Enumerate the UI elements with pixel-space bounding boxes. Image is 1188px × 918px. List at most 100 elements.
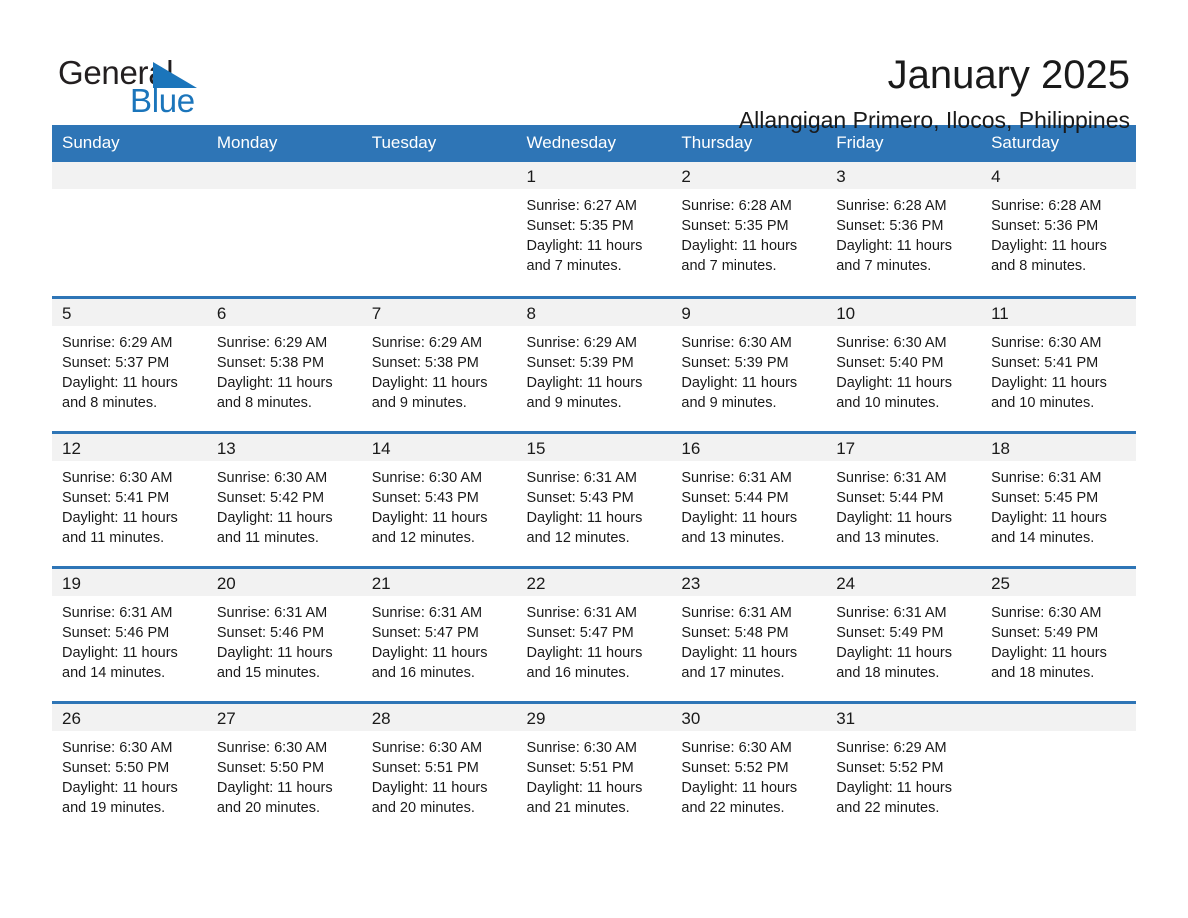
calendar-day-cell[interactable]: 7 Sunrise: 6:29 AM Sunset: 5:38 PM Daylight… <box>361 295 517 432</box>
daylight-line: Daylight: 11 hours <box>836 509 953 526</box>
day-sun-info: Sunrise: 6:30 AM Sunset: 5:39 PM Daylight:… <box>671 326 826 413</box>
calendar-day-cell[interactable]: 29 Sunrise: 6:30 AM Sunset: 5:51 PM Dayligh… <box>516 700 672 837</box>
calendar-day-cell[interactable]: 22 Sunrise: 6:31 AM Sunset: 5:47 PM Dayligh… <box>516 565 672 702</box>
calendar-day-cell[interactable]: 10 Sunrise: 6:30 AM Sunset: 5:40 PM Dayligh… <box>826 295 982 432</box>
calendar-day-cell[interactable]: 21 Sunrise: 6:31 AM Sunset: 5:47 PM Dayligh… <box>361 565 517 702</box>
day-cell-content <box>206 162 362 296</box>
calendar-week-row: 1 Sunrise: 6:27 AM Sunset: 5:35 PM Daylight… <box>52 162 1136 297</box>
calendar-day-cell <box>361 162 517 297</box>
day-sun-info: Sunrise: 6:31 AM Sunset: 5:43 PM Daylight:… <box>517 461 672 548</box>
day-sun-info: Sunrise: 6:31 AM Sunset: 5:44 PM Daylight:… <box>671 461 826 548</box>
day-sun-info: Sunrise: 6:27 AM Sunset: 5:35 PM Daylight:… <box>517 189 672 276</box>
sunset-line: Sunset: 5:44 PM <box>681 489 789 506</box>
daylight-line: Daylight: 11 hours <box>681 374 798 391</box>
calendar-day-cell[interactable]: 8 Sunrise: 6:29 AM Sunset: 5:39 PM Daylight… <box>516 295 672 432</box>
sunrise-line: Sunrise: 6:28 AM <box>836 198 947 214</box>
day-number: 12 <box>52 433 207 461</box>
day-sun-info: Sunrise: 6:30 AM Sunset: 5:50 PM Daylight:… <box>52 731 207 818</box>
calendar-day-cell <box>52 162 207 297</box>
day-sun-info: Sunrise: 6:30 AM Sunset: 5:49 PM Daylight:… <box>981 596 1136 683</box>
day-number: 3 <box>826 162 982 189</box>
day-number: 15 <box>516 433 672 461</box>
day-number: 1 <box>516 162 672 189</box>
calendar-day-cell[interactable]: 3 Sunrise: 6:28 AM Sunset: 5:36 PM Daylight… <box>826 162 982 297</box>
day-cell-content: 19 Sunrise: 6:31 AM Sunset: 5:46 PM Dayligh… <box>52 568 207 701</box>
calendar-day-cell[interactable]: 2 Sunrise: 6:28 AM Sunset: 5:35 PM Daylight… <box>671 162 827 297</box>
day-sun-info <box>52 189 207 196</box>
calendar-day-cell[interactable]: 26 Sunrise: 6:30 AM Sunset: 5:50 PM Dayligh… <box>52 700 207 837</box>
calendar-day-cell[interactable]: 25 Sunrise: 6:30 AM Sunset: 5:49 PM Dayligh… <box>981 565 1136 702</box>
day-number: 11 <box>981 298 1136 326</box>
daylight-line: Daylight: 11 hours <box>62 644 178 661</box>
daylight-line-cont: and 20 minutes. <box>216 799 321 816</box>
daylight-line-cont: and 12 minutes. <box>526 529 630 546</box>
sunrise-line: Sunrise: 6:29 AM <box>371 334 483 351</box>
sunrise-line: Sunrise: 6:31 AM <box>371 604 483 621</box>
sunrise-line: Sunrise: 6:31 AM <box>526 604 637 621</box>
calendar-day-cell[interactable]: 23 Sunrise: 6:31 AM Sunset: 5:48 PM Dayligh… <box>671 565 827 702</box>
calendar-day-cell[interactable]: 30 Sunrise: 6:30 AM Sunset: 5:52 PM Dayligh… <box>671 700 827 837</box>
day-sun-info: Sunrise: 6:31 AM Sunset: 5:46 PM Daylight:… <box>52 596 207 683</box>
day-cell-content: 29 Sunrise: 6:30 AM Sunset: 5:51 PM Dayligh… <box>516 703 672 837</box>
calendar-day-cell[interactable]: 12 Sunrise: 6:30 AM Sunset: 5:41 PM Dayligh… <box>52 430 207 567</box>
calendar-day-cell[interactable]: 20 Sunrise: 6:31 AM Sunset: 5:46 PM Dayligh… <box>206 565 362 702</box>
calendar-day-cell[interactable]: 16 Sunrise: 6:31 AM Sunset: 5:44 PM Dayligh… <box>671 430 827 567</box>
calendar-day-cell[interactable]: 11 Sunrise: 6:30 AM Sunset: 5:41 PM Dayligh… <box>981 295 1136 432</box>
day-number: 31 <box>826 703 982 731</box>
calendar-day-cell[interactable]: 18 Sunrise: 6:31 AM Sunset: 5:45 PM Dayligh… <box>981 430 1136 567</box>
daylight-line: Daylight: 11 hours <box>526 779 643 796</box>
day-number: 16 <box>671 433 827 461</box>
sunrise-line: Sunrise: 6:30 AM <box>371 739 483 756</box>
day-number: 28 <box>361 703 517 731</box>
daylight-line-cont: and 14 minutes. <box>991 529 1095 546</box>
day-sun-info: Sunrise: 6:28 AM Sunset: 5:36 PM Daylight:… <box>981 189 1136 276</box>
day-cell-content: 3 Sunrise: 6:28 AM Sunset: 5:36 PM Daylight… <box>826 162 982 296</box>
day-sun-info: Sunrise: 6:28 AM Sunset: 5:36 PM Daylight:… <box>826 189 981 276</box>
day-cell-content: 21 Sunrise: 6:31 AM Sunset: 5:47 PM Dayligh… <box>361 568 517 701</box>
sunset-line: Sunset: 5:50 PM <box>216 759 325 776</box>
day-sun-info: Sunrise: 6:30 AM Sunset: 5:51 PM Daylight:… <box>517 731 672 818</box>
day-number: 19 <box>52 568 207 596</box>
calendar-day-cell[interactable]: 14 Sunrise: 6:30 AM Sunset: 5:43 PM Dayligh… <box>361 430 517 567</box>
day-cell-content: 2 Sunrise: 6:28 AM Sunset: 5:35 PM Daylight… <box>671 162 827 296</box>
weekday-header-monday: Monday <box>206 125 362 162</box>
weekday-header-sunday: Sunday <box>52 125 207 162</box>
day-sun-info: Sunrise: 6:30 AM Sunset: 5:41 PM Daylight:… <box>981 326 1136 413</box>
calendar-week-row: 5 Sunrise: 6:29 AM Sunset: 5:37 PM Daylight… <box>52 295 1136 432</box>
day-sun-info: Sunrise: 6:29 AM Sunset: 5:38 PM Daylight:… <box>207 326 362 413</box>
calendar-day-cell[interactable]: 4 Sunrise: 6:28 AM Sunset: 5:36 PM Daylight… <box>981 162 1136 297</box>
calendar-day-cell[interactable]: 15 Sunrise: 6:31 AM Sunset: 5:43 PM Dayligh… <box>516 430 672 567</box>
day-number <box>981 703 1136 731</box>
day-sun-info: Sunrise: 6:30 AM Sunset: 5:42 PM Daylight:… <box>207 461 362 548</box>
daylight-line-cont: and 18 minutes. <box>991 664 1095 681</box>
calendar-day-cell[interactable]: 13 Sunrise: 6:30 AM Sunset: 5:42 PM Dayligh… <box>206 430 362 567</box>
calendar-day-cell[interactable]: 24 Sunrise: 6:31 AM Sunset: 5:49 PM Dayligh… <box>826 565 982 702</box>
calendar-day-cell[interactable]: 19 Sunrise: 6:31 AM Sunset: 5:46 PM Dayligh… <box>52 565 207 702</box>
sunrise-line: Sunrise: 6:29 AM <box>216 334 328 351</box>
calendar-day-cell[interactable]: 1 Sunrise: 6:27 AM Sunset: 5:35 PM Daylight… <box>516 162 672 297</box>
sunset-line: Sunset: 5:46 PM <box>216 624 325 641</box>
calendar-day-cell <box>206 162 362 297</box>
calendar-day-cell[interactable]: 28 Sunrise: 6:30 AM Sunset: 5:51 PM Dayligh… <box>361 700 517 837</box>
calendar-day-cell[interactable]: 6 Sunrise: 6:29 AM Sunset: 5:38 PM Daylight… <box>206 295 362 432</box>
calendar-day-cell[interactable]: 5 Sunrise: 6:29 AM Sunset: 5:37 PM Daylight… <box>52 295 207 432</box>
calendar-day-cell[interactable]: 17 Sunrise: 6:31 AM Sunset: 5:44 PM Dayligh… <box>826 430 982 567</box>
day-number: 24 <box>826 568 982 596</box>
sunset-line: Sunset: 5:45 PM <box>991 489 1099 506</box>
sunset-line: Sunset: 5:35 PM <box>526 218 634 234</box>
daylight-line-cont: and 21 minutes. <box>526 799 630 816</box>
daylight-line-cont: and 13 minutes. <box>836 529 940 546</box>
daylight-line-cont: and 9 minutes. <box>681 394 777 411</box>
day-cell-content: 17 Sunrise: 6:31 AM Sunset: 5:44 PM Dayligh… <box>826 433 982 566</box>
daylight-line-cont: and 11 minutes. <box>216 529 319 546</box>
calendar-day-cell[interactable]: 9 Sunrise: 6:30 AM Sunset: 5:39 PM Daylight… <box>671 295 827 432</box>
daylight-line: Daylight: 11 hours <box>836 779 953 796</box>
day-cell-content <box>361 162 517 296</box>
calendar-day-cell[interactable]: 27 Sunrise: 6:30 AM Sunset: 5:50 PM Dayligh… <box>206 700 362 837</box>
day-sun-info: Sunrise: 6:31 AM Sunset: 5:49 PM Daylight:… <box>826 596 981 683</box>
day-number: 6 <box>206 298 362 326</box>
daylight-line: Daylight: 11 hours <box>216 779 333 796</box>
day-number: 14 <box>361 433 517 461</box>
sunrise-line: Sunrise: 6:31 AM <box>836 469 947 486</box>
calendar-day-cell[interactable]: 31 Sunrise: 6:29 AM Sunset: 5:52 PM Dayligh… <box>826 700 982 837</box>
